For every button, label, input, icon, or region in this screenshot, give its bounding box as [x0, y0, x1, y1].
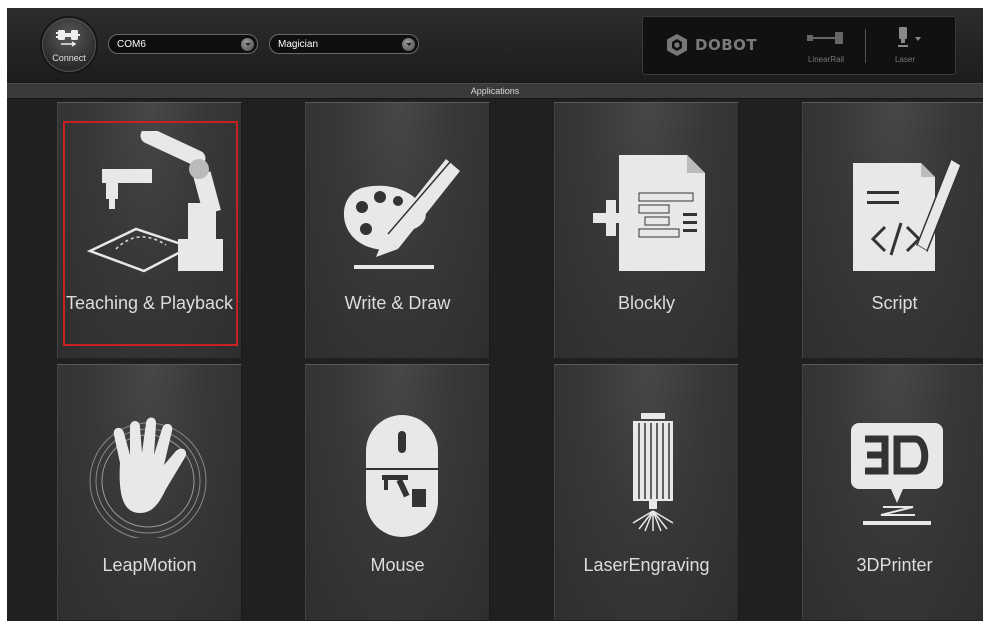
- app-tile-laser-engraving[interactable]: LaserEngraving: [554, 364, 739, 620]
- app-tile-mouse[interactable]: Mouse: [305, 364, 490, 620]
- app-window: Connect COM6 Magician DOBOT LinearRail L…: [7, 8, 983, 621]
- dobot-logo-icon: [667, 34, 687, 56]
- app-label: Script: [871, 293, 918, 313]
- app-tile-write-draw[interactable]: Write & Draw: [305, 102, 490, 358]
- device-panel: DOBOT LinearRail Laser: [642, 16, 956, 75]
- toolbar: Connect COM6 Magician DOBOT LinearRail L…: [7, 8, 983, 83]
- mouse-icon: [366, 415, 438, 537]
- app-label: Mouse: [370, 555, 425, 575]
- app-label: LeapMotion: [102, 555, 197, 575]
- app-label: LaserEngraving: [583, 555, 710, 575]
- laser-tool-icon[interactable]: [896, 27, 910, 51]
- brand-label: DOBOT: [695, 36, 758, 54]
- app-label: Blockly: [617, 293, 675, 313]
- linear-rail-label: LinearRail: [807, 55, 845, 64]
- blockly-document-icon: [593, 155, 705, 271]
- app-label: 3DPrinter: [856, 555, 933, 575]
- robot-arm-icon: [86, 131, 223, 273]
- applications-bar: Applications: [7, 83, 983, 99]
- device-value: Magician: [278, 39, 319, 50]
- section-title: Applications: [470, 86, 520, 96]
- port-value: COM6: [117, 39, 146, 50]
- connect-button[interactable]: Connect: [40, 16, 98, 74]
- laser-engraver-icon: [632, 413, 674, 532]
- linear-rail-icon[interactable]: [807, 31, 843, 45]
- app-tile-leapmotion[interactable]: LeapMotion: [57, 364, 242, 620]
- palette-pencil-icon: [343, 159, 460, 269]
- script-document-icon: [853, 157, 962, 271]
- app-tile-3d-printer[interactable]: 3DPrinter: [802, 364, 983, 620]
- app-tile-teaching-playback[interactable]: Teaching & Playback: [57, 102, 242, 358]
- hand-icon: [89, 417, 207, 538]
- laser-label: Laser: [894, 55, 915, 64]
- app-label: Write & Draw: [344, 293, 451, 313]
- app-tile-blockly[interactable]: Blockly: [554, 102, 739, 358]
- chevron-down-icon: [402, 38, 415, 51]
- device-select[interactable]: Magician: [269, 34, 419, 54]
- divider: [865, 29, 866, 63]
- app-tile-script[interactable]: Script: [802, 102, 983, 358]
- connect-label: Connect: [52, 53, 86, 63]
- port-select[interactable]: COM6: [108, 34, 258, 54]
- chevron-down-icon[interactable]: [915, 37, 921, 41]
- app-label: Teaching & Playback: [65, 293, 234, 313]
- plug-icon: [56, 30, 80, 47]
- chevron-down-icon: [241, 38, 254, 51]
- 3d-printer-icon: [851, 423, 943, 525]
